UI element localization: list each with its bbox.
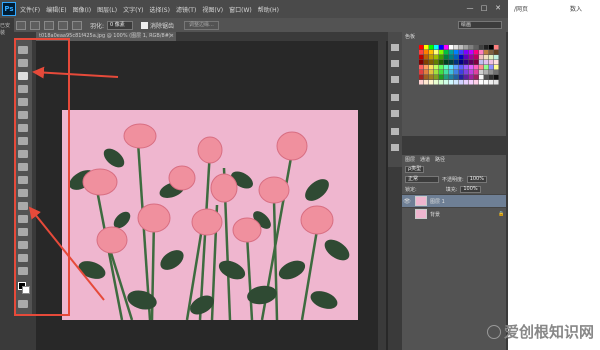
- arrow-to-lasso: [32, 66, 119, 79]
- annotation-arrows: [28, 66, 119, 301]
- arrow-to-tool: [28, 206, 105, 301]
